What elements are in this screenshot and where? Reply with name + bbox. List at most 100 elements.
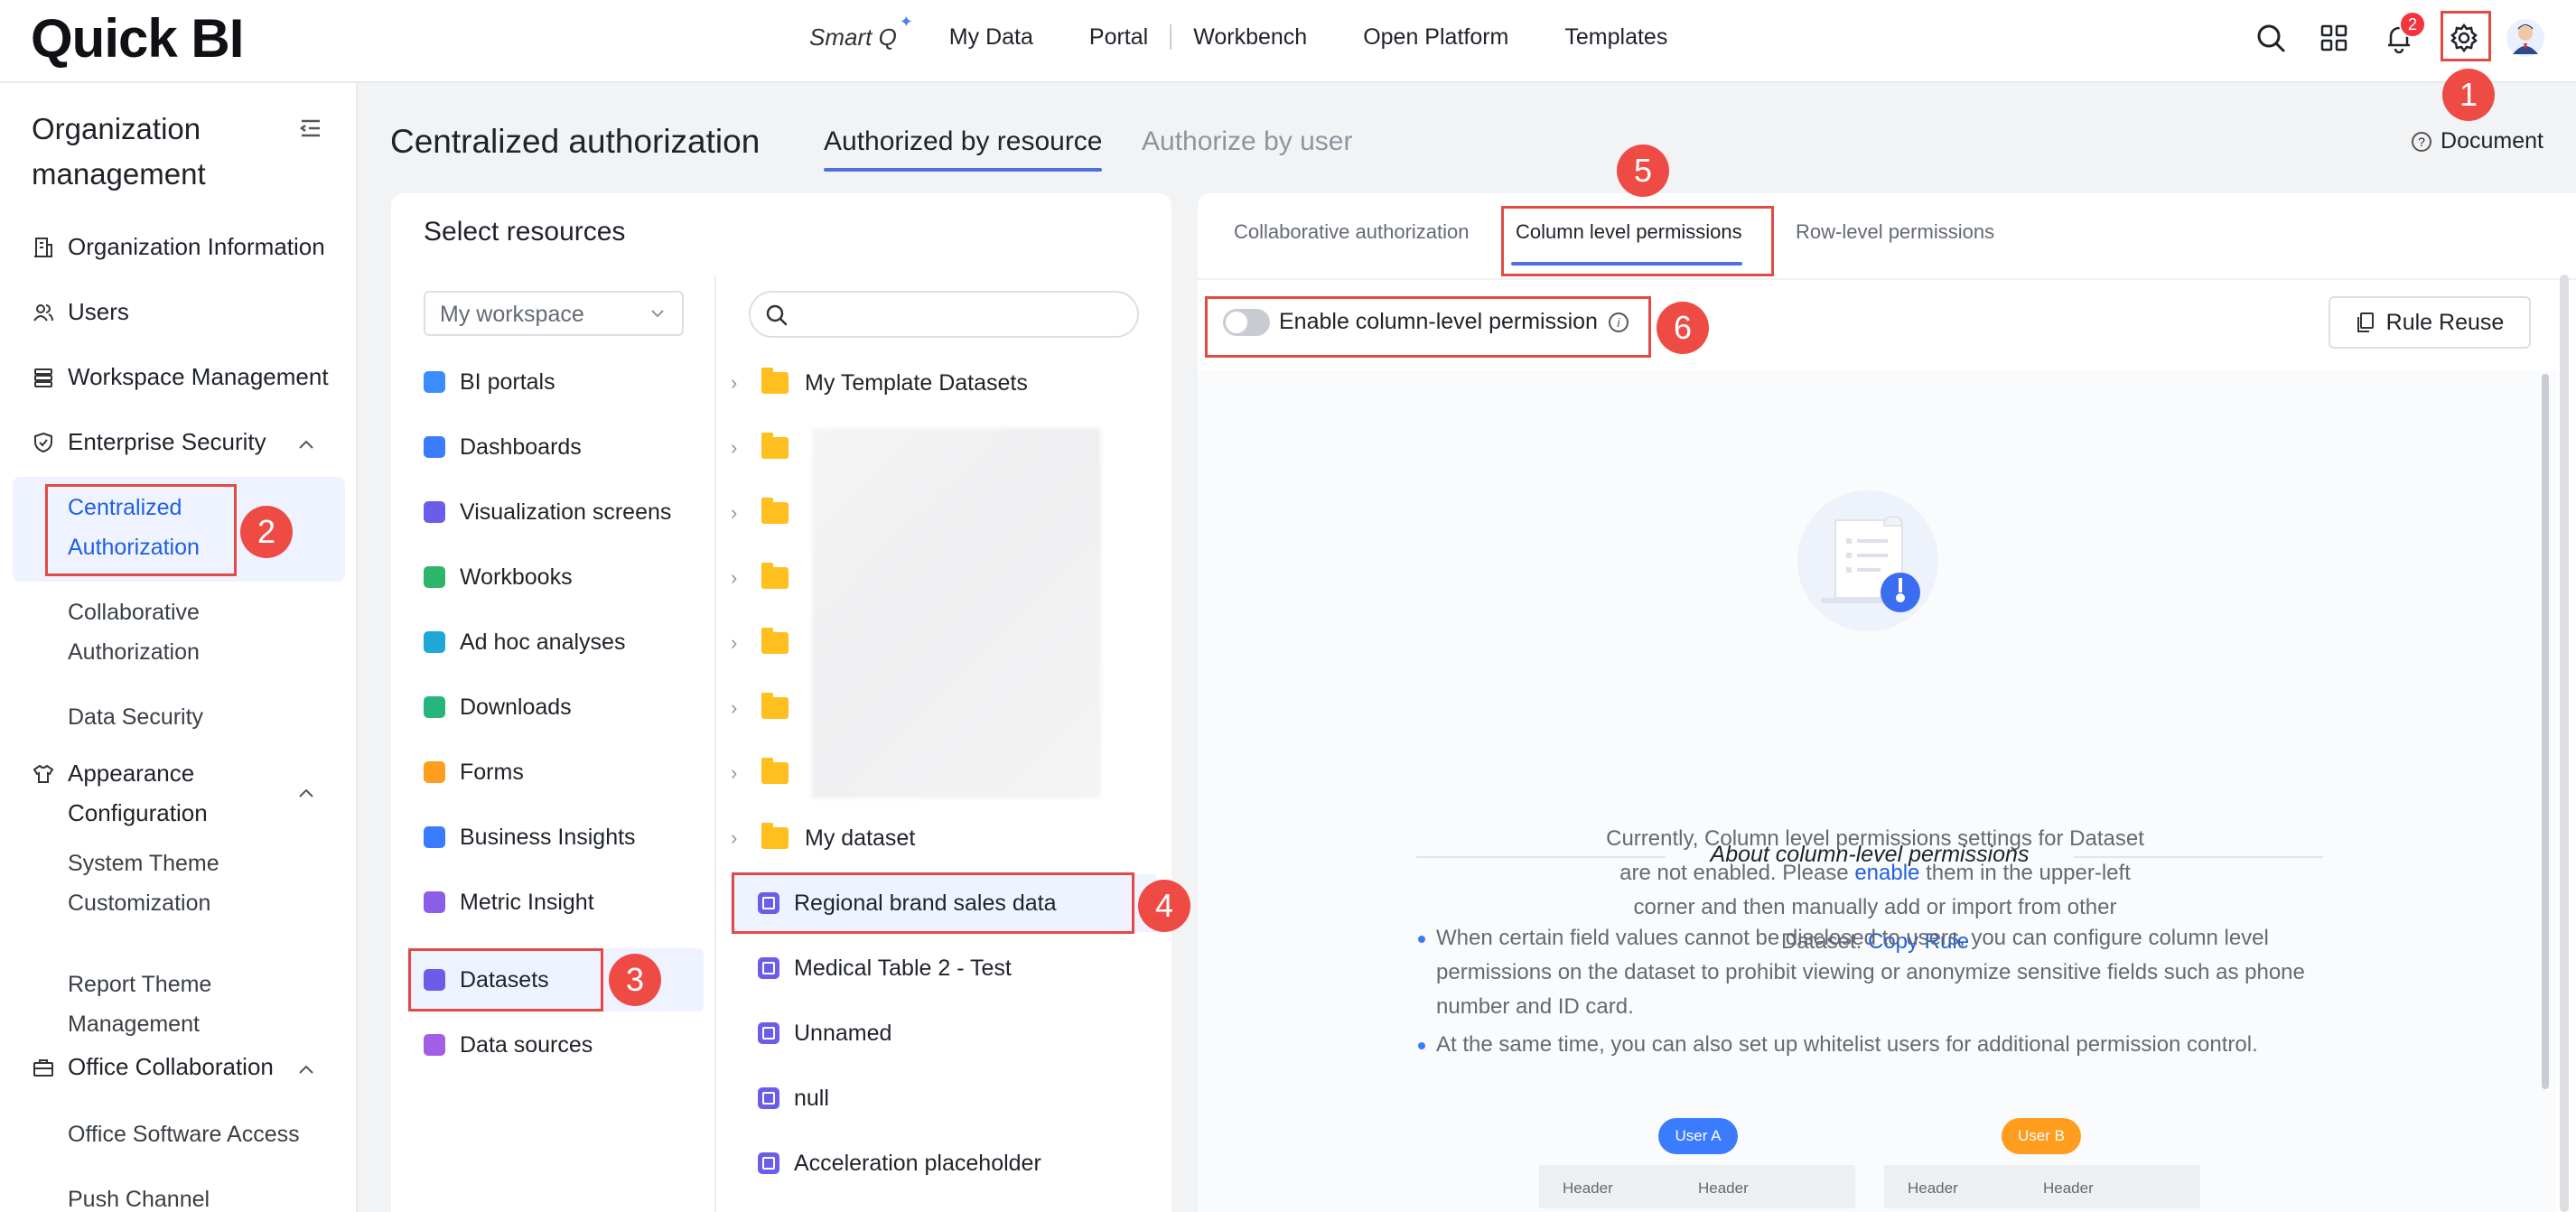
category-data-sources[interactable]: Data sources — [424, 1021, 593, 1069]
about-bullet-list: When certain field values cannot be disc… — [1414, 921, 2327, 1066]
nav-my-data[interactable]: My Data — [949, 24, 1033, 51]
category-workbooks[interactable]: Workbooks — [424, 553, 573, 601]
expand-chevron-icon[interactable]: › — [731, 826, 761, 850]
workspace-select[interactable]: My workspace — [424, 291, 684, 336]
example-table-b: Header Header — [1884, 1165, 2200, 1208]
sidebar-item-office-collaboration[interactable]: Office Collaboration — [32, 1053, 274, 1081]
database-stack-icon — [32, 366, 55, 389]
dataset-icon — [758, 1022, 779, 1044]
category-metric-insight[interactable]: Metric Insight — [424, 878, 594, 927]
info-icon[interactable]: i — [1608, 312, 1629, 332]
expand-chevron-icon[interactable]: › — [731, 631, 761, 655]
dataset-item[interactable]: Regional brand sales data — [731, 876, 1155, 930]
folder-icon — [761, 563, 789, 589]
resource-type-icon — [424, 566, 445, 588]
category-downloads[interactable]: Downloads — [424, 683, 572, 732]
nav-workbench[interactable]: Workbench — [1193, 24, 1307, 51]
top-nav: Smart Q ✦ My Data Portal Workbench Open P… — [809, 0, 1723, 74]
tab-authorized-by-resource[interactable]: Authorized by resource — [824, 126, 1103, 157]
dataset-item[interactable]: Medical Table 2 - Test — [731, 941, 1155, 995]
folder-icon — [761, 758, 789, 784]
callout-4: 4 — [1138, 880, 1190, 932]
dataset-icon — [758, 1087, 779, 1109]
expand-chevron-icon[interactable]: › — [731, 436, 761, 460]
sidebar-item-report-theme-management[interactable]: Report Theme Management — [68, 965, 211, 1044]
folder-my-dataset[interactable]: › My dataset — [731, 811, 1155, 865]
category-datasets[interactable]: Datasets — [424, 956, 549, 1004]
sidebar-item-organization-information[interactable]: Organization Information — [32, 233, 325, 261]
outer-scrollbar[interactable] — [2560, 275, 2569, 1212]
expand-chevron-icon[interactable]: › — [731, 696, 761, 720]
callout-6: 6 — [1657, 302, 1709, 354]
resources-panel: Select resources My workspace BI portals… — [391, 193, 1171, 1212]
resource-type-icon — [424, 1034, 445, 1056]
category-business-insights[interactable]: Business Insights — [424, 813, 636, 862]
dataset-icon — [758, 1152, 779, 1174]
sidebar-item-push-channel[interactable]: Push Channel — [68, 1179, 210, 1212]
tab-column-level-permissions[interactable]: Column level permissions — [1516, 220, 1742, 244]
sidebar-item-data-security[interactable]: Data Security — [68, 697, 203, 737]
callout-5: 5 — [1617, 145, 1669, 197]
enable-column-permission-toggle[interactable] — [1223, 309, 1270, 336]
dataset-item[interactable]: Acceleration placeholder — [731, 1136, 1155, 1190]
apps-grid-icon[interactable] — [2314, 18, 2354, 58]
sidebar-item-workspace-management[interactable]: Workspace Management — [32, 363, 329, 391]
sidebar-item-office-software-access[interactable]: Office Software Access — [68, 1114, 300, 1154]
sidebar-item-enterprise-security[interactable]: Enterprise Security — [32, 428, 266, 456]
expand-chevron-icon[interactable]: › — [731, 761, 761, 785]
category-forms[interactable]: Forms — [424, 748, 524, 797]
collapse-sidebar-icon[interactable] — [298, 116, 323, 145]
notification-badge: 2 — [2399, 11, 2426, 38]
folder-my-template-datasets[interactable]: › My Template Datasets — [731, 356, 1155, 410]
permission-tab-indicator — [1511, 262, 1742, 266]
dataset-item[interactable]: null — [731, 1071, 1155, 1125]
resource-type-icon — [424, 501, 445, 523]
tab-collaborative-authorization[interactable]: Collaborative authorization — [1234, 220, 1470, 244]
blurred-folder-names — [812, 428, 1101, 798]
folder-icon — [761, 823, 789, 849]
resource-type-icon — [424, 371, 445, 393]
about-section-header: About column-level permissions — [1416, 838, 2323, 874]
category-ad-hoc-analyses[interactable]: Ad hoc analyses — [424, 618, 625, 667]
chevron-up-icon[interactable] — [296, 1060, 316, 1080]
sidebar-item-collaborative-authorization[interactable]: Collaborative Authorization — [68, 592, 200, 672]
nav-portal[interactable]: Portal — [1089, 24, 1148, 51]
callout-3: 3 — [609, 954, 661, 1006]
sidebar-title: Organization management — [32, 112, 206, 191]
nav-open-platform[interactable]: Open Platform — [1363, 24, 1508, 51]
sidebar-item-users[interactable]: Users — [32, 298, 129, 326]
left-sidebar: Organization management Organization Inf… — [0, 83, 358, 1212]
user-avatar[interactable] — [2506, 18, 2545, 58]
search-icon[interactable] — [2251, 18, 2291, 58]
bell-icon[interactable]: 2 — [2379, 11, 2426, 58]
settings-gear-icon[interactable] — [2444, 18, 2484, 58]
tab-authorize-by-user[interactable]: Authorize by user — [1142, 126, 1352, 157]
folder-icon — [761, 498, 789, 524]
inner-scrollbar[interactable] — [2542, 374, 2549, 1089]
sidebar-item-appearance-configuration[interactable]: Appearance Configuration — [32, 753, 208, 833]
building-icon — [32, 236, 55, 259]
column-divider — [714, 275, 716, 1212]
dataset-icon — [758, 957, 779, 979]
category-bi-portals[interactable]: BI portals — [424, 358, 555, 406]
sidebar-item-centralized-authorization[interactable]: Centralized Authorization — [68, 488, 200, 567]
nav-templates[interactable]: Templates — [1564, 24, 1667, 51]
sidebar-item-system-theme-customization[interactable]: System Theme Customization — [68, 844, 219, 923]
expand-chevron-icon[interactable]: › — [731, 371, 761, 395]
document-link[interactable]: ? Document — [2412, 128, 2543, 154]
chevron-up-icon[interactable] — [296, 435, 316, 455]
shirt-icon — [32, 762, 55, 786]
resource-type-icon — [424, 891, 445, 913]
category-visualization-screens[interactable]: Visualization screens — [424, 488, 671, 536]
expand-chevron-icon[interactable]: › — [731, 501, 761, 525]
expand-chevron-icon[interactable]: › — [731, 566, 761, 590]
chevron-up-icon[interactable] — [296, 784, 316, 804]
resource-type-icon — [424, 969, 445, 991]
nav-smart-q[interactable]: Smart Q ✦ — [809, 13, 913, 51]
rule-reuse-button[interactable]: Rule Reuse — [2329, 296, 2531, 349]
quick-bi-logo[interactable]: Quick BI — [31, 7, 244, 70]
category-dashboards[interactable]: Dashboards — [424, 423, 582, 471]
resource-search-input[interactable] — [749, 291, 1139, 338]
tab-row-level-permissions[interactable]: Row-level permissions — [1796, 220, 1994, 244]
dataset-item[interactable]: Unnamed — [731, 1006, 1155, 1060]
